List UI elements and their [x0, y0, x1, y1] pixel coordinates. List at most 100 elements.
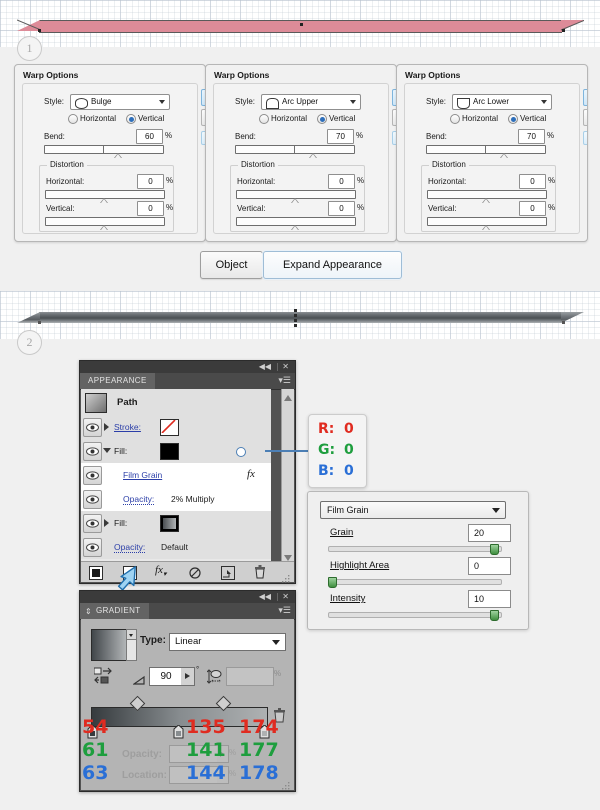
tab-appearance[interactable]: APPEARANCE — [80, 373, 155, 389]
vertical-radio-label[interactable]: Vertical — [329, 114, 355, 123]
duplicate-item-icon[interactable] — [221, 566, 235, 580]
distortion-horizontal-input[interactable]: 0 — [519, 174, 546, 189]
appearance-target-row[interactable]: Path — [81, 389, 271, 416]
resize-grip-icon[interactable] — [282, 571, 291, 583]
appearance-row-stroke[interactable]: Stroke: — [81, 415, 271, 440]
warp-options-dialog-2[interactable]: Warp Options Style: Arc Upper Horizontal… — [205, 64, 397, 242]
appearance-row-opacity-multiply[interactable]: Opacity: 2% Multiply — [81, 487, 271, 512]
bend-slider-track[interactable] — [235, 145, 355, 154]
gradient-preview-swatch[interactable] — [91, 629, 127, 661]
vertical-radio[interactable] — [317, 114, 327, 124]
ok-button[interactable] — [583, 89, 587, 106]
warp-options-dialog-3[interactable]: Warp Options Style: Arc Lower Horizontal… — [396, 64, 588, 242]
highlight-area-slider-track[interactable] — [328, 579, 502, 585]
style-dropdown[interactable]: Arc Upper — [261, 94, 361, 110]
fx-icon[interactable]: fx — [247, 468, 255, 480]
opacity-label[interactable]: Opacity: — [114, 542, 146, 553]
anchor-point-right[interactable] — [562, 321, 565, 324]
distortion-vertical-thumb[interactable] — [100, 225, 108, 230]
opacity-label[interactable]: Opacity: — [123, 494, 155, 505]
gradient-angle-input[interactable]: 90 — [149, 667, 183, 686]
horizontal-radio[interactable] — [259, 114, 269, 124]
reverse-gradient-icon[interactable] — [93, 667, 114, 685]
panel-menu-icon[interactable]: ▾☰ — [278, 376, 291, 385]
bend-input[interactable]: 70 — [327, 129, 354, 144]
bend-slider-thumb[interactable] — [114, 153, 122, 158]
collapse-triangle-icon[interactable] — [103, 448, 111, 453]
delete-item-icon[interactable] — [254, 565, 266, 579]
intensity-input[interactable]: 10 — [468, 590, 511, 608]
film-grain-effect-label[interactable]: Film Grain — [123, 470, 162, 480]
bend-input[interactable]: 60 — [136, 129, 163, 144]
visibility-eye-icon[interactable] — [83, 538, 102, 557]
gradient-stop-2[interactable] — [173, 724, 184, 739]
bend-slider-thumb[interactable] — [309, 153, 317, 158]
vertical-radio-label[interactable]: Vertical — [138, 114, 164, 123]
fill-label[interactable]: Fill: — [114, 446, 127, 456]
gradient-type-dropdown[interactable]: Linear — [169, 633, 286, 651]
distortion-horizontal-thumb[interactable] — [291, 198, 299, 203]
expand-appearance-button[interactable]: Expand Appearance — [263, 251, 402, 279]
anchor-point-center[interactable] — [300, 23, 303, 26]
appearance-panel[interactable]: ◀◀ | ✕ APPEARANCE ▾☰ Path Stroke: Fill: … — [79, 360, 296, 584]
opacity-value[interactable]: 2% Multiply — [171, 494, 214, 504]
appearance-row-fill-top[interactable]: Fill: — [81, 439, 271, 464]
appearance-row-fill-gradient[interactable]: Fill: — [81, 511, 271, 536]
warp-options-dialog-1[interactable]: Warp Options Style: Bulge Horizontal Ver… — [14, 64, 206, 242]
appearance-footer-toolbar[interactable]: fx▾ — [81, 561, 294, 583]
vertical-radio[interactable] — [126, 114, 136, 124]
vertical-radio-label[interactable]: Vertical — [520, 114, 546, 123]
vertical-radio[interactable] — [508, 114, 518, 124]
fill-swatch-black[interactable] — [160, 443, 179, 460]
add-new-stroke-icon[interactable] — [89, 566, 103, 580]
style-dropdown[interactable]: Bulge — [70, 94, 170, 110]
stroke-swatch-none[interactable] — [160, 419, 179, 436]
scroll-down-arrow-icon[interactable] — [283, 550, 293, 561]
distortion-vertical-input[interactable]: 0 — [519, 201, 546, 216]
horizontal-radio-label[interactable]: Horizontal — [271, 114, 307, 123]
anchor-point-left[interactable] — [38, 321, 41, 324]
stroke-label[interactable]: Stroke: — [114, 422, 141, 432]
distortion-vertical-input[interactable]: 0 — [328, 201, 355, 216]
distortion-horizontal-thumb[interactable] — [100, 198, 108, 203]
cancel-button[interactable] — [583, 109, 587, 126]
angle-stepper[interactable] — [181, 667, 195, 686]
appearance-item-list[interactable]: Path Stroke: Fill: Film Grain fx Opacity… — [81, 389, 271, 561]
scroll-up-arrow-icon[interactable] — [283, 390, 293, 401]
bend-slider-track[interactable] — [426, 145, 546, 154]
horizontal-radio-label[interactable]: Horizontal — [80, 114, 116, 123]
expand-triangle-icon[interactable] — [104, 423, 109, 431]
distortion-vertical-input[interactable]: 0 — [137, 201, 164, 216]
collapse-icon[interactable]: ◀◀ — [259, 363, 271, 371]
object-menu-button[interactable]: Object — [200, 251, 263, 279]
grain-slider-track[interactable] — [328, 546, 502, 552]
visibility-eye-icon[interactable] — [83, 466, 102, 485]
anchor-point-left[interactable] — [38, 29, 41, 32]
gradient-aspect-input[interactable] — [226, 667, 274, 686]
distortion-vertical-thumb[interactable] — [482, 225, 490, 230]
fill-label[interactable]: Fill: — [114, 518, 127, 528]
grain-slider-thumb[interactable] — [490, 544, 499, 555]
pink-warped-shape[interactable] — [17, 19, 584, 33]
close-icon[interactable]: ✕ — [282, 593, 289, 601]
dark-warped-shape[interactable] — [17, 309, 584, 327]
bend-slider-track[interactable] — [44, 145, 164, 154]
visibility-eye-icon[interactable] — [83, 490, 102, 509]
horizontal-radio[interactable] — [68, 114, 78, 124]
grain-input[interactable]: 20 — [468, 524, 511, 542]
anchor-point-right[interactable] — [562, 29, 565, 32]
highlight-area-input[interactable]: 0 — [468, 557, 511, 575]
appearance-row-opacity-default[interactable]: Opacity: Default — [81, 535, 271, 559]
resize-grip-icon[interactable] — [282, 778, 291, 790]
distortion-horizontal-input[interactable]: 0 — [328, 174, 355, 189]
selection-handles-center[interactable] — [291, 309, 300, 327]
distortion-horizontal-thumb[interactable] — [482, 198, 490, 203]
distortion-horizontal-input[interactable]: 0 — [137, 174, 164, 189]
add-new-effect-icon[interactable]: fx▾ — [155, 564, 166, 578]
preview-checkbox[interactable] — [583, 131, 587, 145]
gradient-swatch-list[interactable] — [126, 639, 137, 661]
fill-swatch-gradient[interactable] — [160, 515, 179, 532]
intensity-slider-thumb[interactable] — [490, 610, 499, 621]
effect-name-dropdown[interactable]: Film Grain — [320, 501, 506, 519]
visibility-eye-icon[interactable] — [83, 514, 102, 533]
